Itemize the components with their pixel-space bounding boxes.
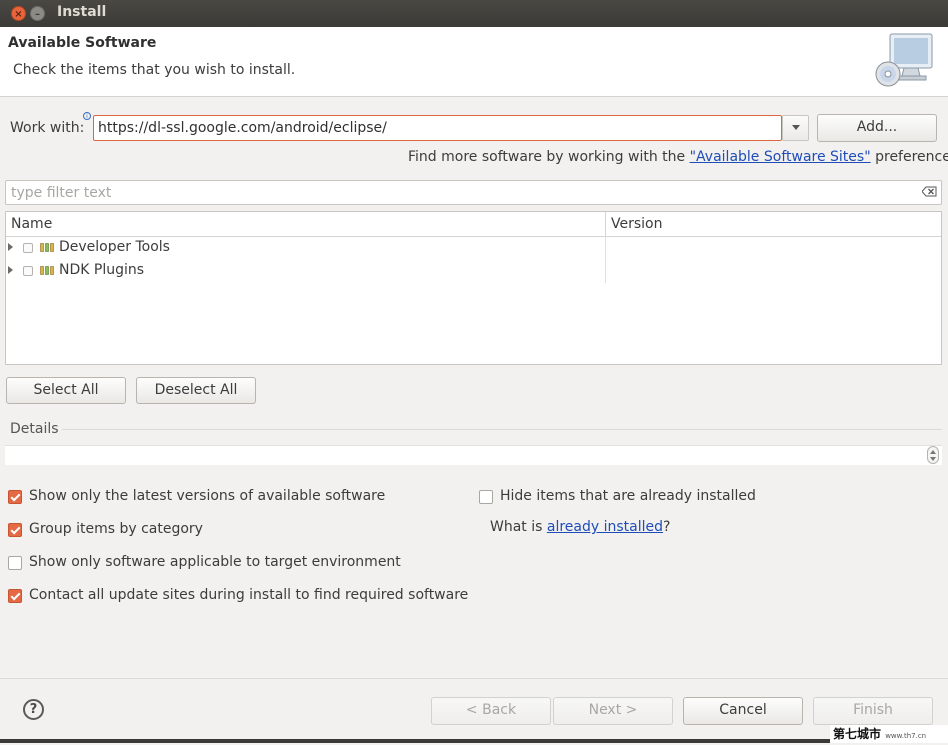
spin-up-icon[interactable]	[930, 450, 936, 454]
row-checkbox[interactable]	[23, 243, 33, 253]
column-header-version[interactable]: Version	[606, 212, 941, 237]
details-label: Details	[10, 421, 59, 437]
software-tree: Name Version Developer Tools NDK Plugins	[5, 211, 942, 365]
close-window-icon[interactable]: ×	[11, 6, 26, 21]
feature-category-icon	[40, 243, 54, 252]
already-installed-prefix: What is	[490, 519, 547, 535]
back-button[interactable]: < Back	[431, 697, 551, 725]
select-all-button[interactable]: Select All	[6, 377, 126, 404]
finish-button[interactable]: Finish	[813, 697, 933, 725]
work-with-dropdown[interactable]	[782, 115, 809, 141]
expand-arrow-icon[interactable]	[8, 266, 13, 274]
hide-installed-label: Hide items that are already installed	[500, 488, 756, 504]
latest-versions-label: Show only the latest versions of availab…	[29, 488, 386, 504]
group-by-category-checkbox[interactable]	[8, 523, 22, 537]
page-title: Available Software	[8, 35, 157, 51]
tree-row-label: NDK Plugins	[59, 262, 145, 278]
details-text-area[interactable]	[5, 445, 942, 465]
already-installed-suffix: ?	[663, 519, 671, 535]
contact-update-sites-label: Contact all update sites during install …	[29, 587, 469, 603]
clear-filter-icon[interactable]	[922, 186, 937, 197]
hide-installed-checkbox[interactable]	[479, 490, 493, 504]
title-bar: × – Install	[0, 0, 948, 27]
footer-divider	[0, 678, 948, 679]
find-more-prefix: Find more software by working with the	[408, 149, 690, 165]
work-with-label: Work with:	[10, 120, 85, 136]
column-divider	[605, 236, 606, 283]
work-with-input[interactable]	[93, 115, 782, 141]
window-title: Install	[57, 4, 107, 20]
page-description: Check the items that you wish to install…	[13, 62, 296, 78]
add-site-button[interactable]: Add...	[817, 114, 937, 142]
next-button[interactable]: Next >	[553, 697, 673, 725]
monitor-cd-icon	[875, 33, 933, 87]
tree-row-label: Developer Tools	[59, 239, 170, 255]
deselect-all-button[interactable]: Deselect All	[136, 377, 256, 404]
target-environment-label: Show only software applicable to target …	[29, 554, 401, 570]
header-banner: Available Software Check the items that …	[0, 27, 948, 97]
find-more-text: Find more software by working with the "…	[408, 149, 948, 165]
spin-down-icon[interactable]	[930, 457, 936, 461]
cancel-button[interactable]: Cancel	[683, 697, 803, 725]
available-software-sites-link[interactable]: "Available Software Sites"	[690, 149, 871, 165]
info-icon: i	[83, 112, 91, 120]
watermark-main: 第七城市	[833, 727, 882, 741]
minimize-window-icon[interactable]: –	[30, 6, 45, 21]
target-environment-checkbox[interactable]	[8, 556, 22, 570]
filter-input[interactable]	[5, 180, 942, 205]
already-installed-text: What is already installed?	[490, 519, 670, 535]
details-scroll-spinner[interactable]	[927, 446, 939, 464]
latest-versions-checkbox[interactable]	[8, 490, 22, 504]
help-icon[interactable]: ?	[23, 699, 44, 720]
tree-row-ndk-plugins[interactable]: NDK Plugins	[6, 260, 606, 283]
watermark-sub: www.th7.cn	[885, 732, 927, 740]
expand-arrow-icon[interactable]	[8, 243, 13, 251]
column-header-name[interactable]: Name	[6, 212, 606, 237]
tree-row-developer-tools[interactable]: Developer Tools	[6, 237, 606, 260]
watermark: 第七城市 www.th7.cn	[830, 725, 948, 743]
chevron-down-icon	[792, 125, 800, 130]
find-more-suffix: preferences.	[875, 149, 948, 165]
contact-update-sites-checkbox[interactable]	[8, 589, 22, 603]
bottom-edge	[0, 739, 948, 743]
details-divider	[62, 429, 942, 430]
row-checkbox[interactable]	[23, 266, 33, 276]
feature-category-icon	[40, 266, 54, 275]
group-by-category-label: Group items by category	[29, 521, 203, 537]
already-installed-link[interactable]: already installed	[547, 519, 663, 535]
